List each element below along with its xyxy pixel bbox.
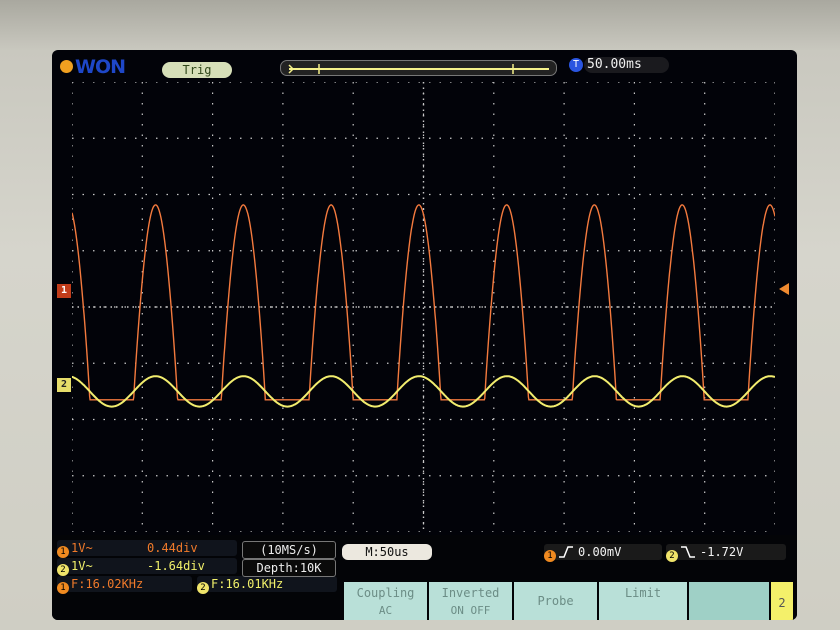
ch1-marker: 1 — [57, 284, 71, 298]
menu-inverted[interactable]: Inverted ON OFF — [429, 582, 512, 620]
timebase-position-bar — [280, 60, 557, 76]
logo-o-icon — [60, 60, 73, 73]
horizontal-scale-readout: M:50us — [342, 544, 432, 560]
brand-text: WON — [75, 56, 126, 78]
ch2-marker: 2 — [57, 378, 71, 392]
menu-blank[interactable] — [689, 582, 769, 620]
brand-logo: WON — [60, 56, 126, 78]
trigger-status-badge: Trig — [162, 62, 232, 78]
ch2-freq-icon: 2 — [197, 582, 209, 594]
memory-depth-readout: Depth:10K — [242, 559, 336, 577]
falling-edge-icon — [681, 546, 695, 558]
ch1-icon: 1 — [57, 546, 69, 558]
ch2-trigger-readout: 2 -1.72V — [666, 544, 786, 562]
ch1-trigger-readout: 1 0.00mV — [544, 544, 662, 562]
ch1-frequency-readout: 1 F:16.02KHz — [57, 576, 192, 594]
scope-screen: WON Trig T 50.00ms 1 2 1 1V~ 0.44div 2 1V~ -… — [52, 50, 797, 620]
sample-rate-readout: (10MS/s) — [242, 541, 336, 559]
timebase-t-icon: T — [569, 58, 583, 72]
ch2-icon: 2 — [57, 564, 69, 576]
trigger-ch2-icon: 2 — [666, 550, 678, 562]
menu-probe[interactable]: Probe — [514, 582, 597, 620]
waveform-graticule — [72, 82, 775, 532]
menu-coupling[interactable]: Coupling AC — [344, 582, 427, 620]
menu-channel-tab[interactable]: 2 — [771, 582, 793, 620]
status-bar: WON Trig T 50.00ms — [52, 50, 797, 83]
ch1-scale-readout: 1 1V~ 0.44div — [57, 540, 237, 558]
ch1-freq-icon: 1 — [57, 582, 69, 594]
trigger-ch1-icon: 1 — [544, 550, 556, 562]
menu-limit[interactable]: Limit — [599, 582, 687, 620]
ch2-scale-readout: 2 1V~ -1.64div — [57, 558, 237, 576]
ch2-frequency-readout: 2 F:16.01KHz — [197, 576, 337, 594]
rising-edge-icon — [559, 546, 573, 558]
trigger-level-icon — [779, 283, 789, 295]
timebase-track-icon — [288, 64, 549, 74]
horizontal-position-readout: 50.00ms — [584, 57, 669, 73]
